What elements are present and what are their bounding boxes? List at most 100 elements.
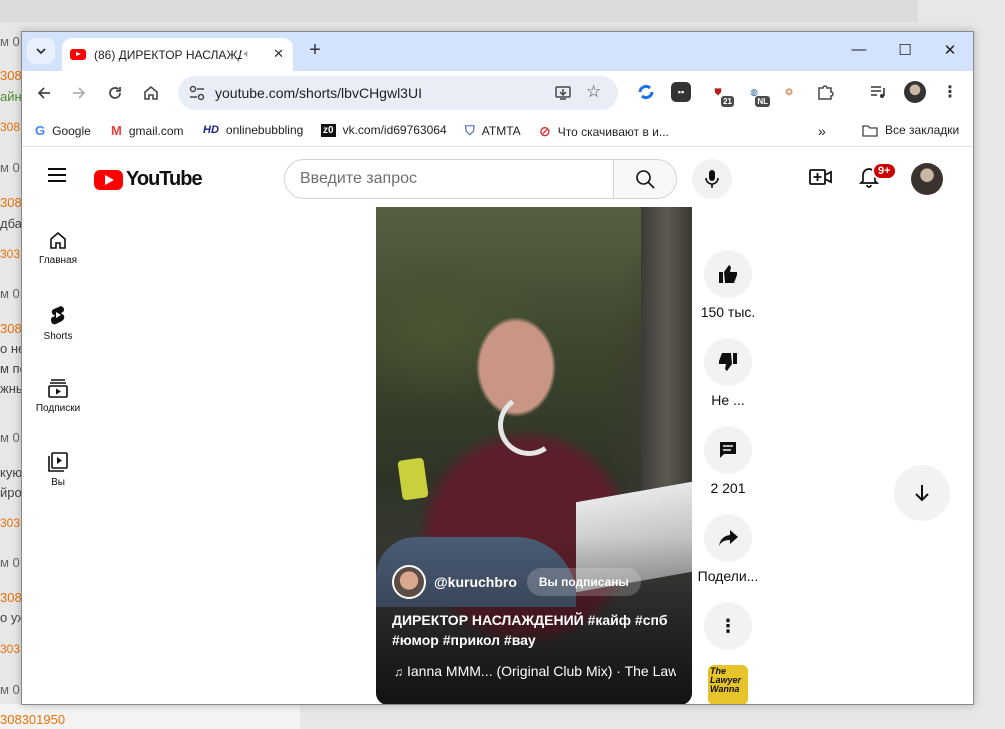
address-bar[interactable]: youtube.com/shorts/lbvCHgwl3UI ☆ (178, 76, 618, 110)
site-settings-icon[interactable] (188, 84, 206, 102)
sound-thumb-text: The Lawyer Wanna (710, 666, 742, 694)
extension-5-icon[interactable]: ❂ (779, 82, 799, 102)
z0-icon: z0 (321, 123, 336, 137)
extension-2-icon[interactable]: ▪▪ (671, 82, 691, 102)
browser-toolbar: youtube.com/shorts/lbvCHgwl3UI ☆ ▪▪ ⛊ 21 … (22, 71, 973, 115)
background-fragment: 308 (0, 68, 22, 83)
url-text[interactable]: youtube.com/shorts/lbvCHgwl3UI (215, 85, 422, 101)
hamburger-menu-icon[interactable] (48, 168, 66, 186)
back-button[interactable] (32, 81, 56, 105)
music-link[interactable]: ♫ Ianna MMM... (Original Club Mix) · The … (394, 663, 676, 679)
background-fragment: дба (0, 216, 22, 231)
more-options-button[interactable]: ⋮ (694, 602, 762, 656)
like-button[interactable]: 150 тыс. (694, 250, 762, 320)
no-sign-icon: ⊘ (539, 123, 551, 139)
media-controls-icon[interactable] (868, 82, 888, 102)
tab-close-button[interactable]: ✕ (273, 46, 284, 62)
background-fragment: жны (0, 381, 22, 396)
bookmark-downloads[interactable]: ⊘ Что скачивают в и... (539, 123, 669, 140)
microphone-icon (705, 170, 719, 188)
bookmark-gmail[interactable]: M gmail.com (111, 123, 184, 138)
new-tab-button[interactable]: + (304, 39, 326, 62)
create-button[interactable] (808, 164, 834, 190)
extension-4-icon[interactable]: ◍ NL (744, 82, 770, 107)
shorts-icon (51, 306, 65, 325)
background-fragment: 308 (0, 590, 22, 605)
more-vertical-icon: ⋮ (719, 615, 737, 636)
install-app-icon[interactable] (554, 84, 572, 102)
bookmark-google[interactable]: G Google (35, 123, 91, 138)
sound-thumbnail[interactable]: The Lawyer Wanna (708, 665, 748, 704)
all-bookmarks-folder[interactable]: Все закладки (862, 123, 959, 137)
background-bottom: 308301950 (0, 704, 300, 729)
background-fragment: 303 (0, 516, 21, 530)
short-video-player[interactable]: @kuruchbro Вы подписаны ДИРЕКТОР НАСЛАЖД… (376, 207, 692, 704)
youtube-logo-text: YouTube (126, 168, 203, 190)
share-button[interactable]: Подели... (694, 514, 762, 584)
youtube-favicon-icon (70, 49, 86, 60)
search-placeholder: Введите запрос (300, 170, 417, 187)
guide-item-shorts[interactable]: Shorts (22, 304, 94, 342)
extension-3-icon[interactable]: ⛊ 21 (708, 82, 734, 107)
background-fragment: 308 (0, 120, 21, 134)
home-icon (144, 85, 158, 100)
guide-item-home[interactable]: Главная (22, 230, 94, 266)
you-icon (48, 452, 68, 472)
reload-button[interactable] (103, 81, 127, 105)
extensions-puzzle-icon[interactable] (815, 82, 835, 102)
dislike-button[interactable]: Не ... (694, 338, 762, 408)
arrow-left-icon (37, 87, 50, 99)
short-title[interactable]: ДИРЕКТОР НАСЛАЖДЕНИЙ #кайф #спб #юмор #п… (392, 610, 672, 650)
active-tab[interactable]: (86) ДИРЕКТОР НАСЛАЖДЕНИЙ #кайф #спб 🔈︎ … (62, 38, 293, 71)
youtube-play-icon (94, 169, 123, 190)
bookmark-vk[interactable]: z0 vk.com/id69763064 (321, 123, 447, 137)
profile-avatar[interactable] (904, 81, 926, 103)
voice-search-button[interactable] (692, 159, 732, 199)
account-avatar[interactable] (911, 163, 943, 195)
minimize-button[interactable]: — (849, 41, 869, 58)
subscriptions-icon (48, 379, 68, 398)
bookmarks-bar: G Google M gmail.com HD onlinebubbling z… (22, 115, 973, 147)
background-fragment: о не (0, 341, 22, 356)
subscribed-button[interactable]: Вы подписаны (526, 568, 641, 596)
gmail-icon: M (111, 123, 122, 138)
search-button[interactable] (613, 159, 677, 199)
background-fragment: 303 (0, 642, 21, 656)
forward-button[interactable] (67, 81, 91, 105)
notification-badge: 9+ (872, 162, 897, 180)
guide-item-you[interactable]: Вы (22, 452, 94, 488)
guide-item-subscriptions[interactable]: Подписки (22, 378, 94, 414)
background-fragment: о уж (0, 610, 22, 625)
speaker-icon[interactable]: 🔈︎ (244, 48, 251, 61)
thumbs-down-icon (719, 353, 737, 371)
background-fragment: м по (0, 361, 22, 376)
bookmark-atmta[interactable]: ⛉ ATMTA (465, 123, 521, 139)
tab-search-button[interactable] (27, 38, 55, 64)
background-fragment: 308 (0, 321, 22, 336)
home-button[interactable] (139, 81, 163, 105)
channel-name[interactable]: @kuruchbro (434, 574, 517, 590)
music-title: Ianna MMM... (Original Club Mix) · The L… (407, 663, 676, 679)
music-note-icon: ♫ (394, 665, 403, 679)
home-icon (50, 231, 66, 249)
background-fragment: м 0 (0, 555, 20, 570)
google-icon: G (35, 123, 46, 138)
channel-avatar[interactable] (392, 565, 426, 599)
browser-window: (86) ДИРЕКТОР НАСЛАЖДЕНИЙ #кайф #спб 🔈︎ … (21, 31, 974, 705)
bookmark-onlinebubbling[interactable]: HD onlinebubbling (203, 123, 303, 137)
background-fragment: м 0 (0, 682, 20, 697)
hd-icon: HD (203, 124, 219, 136)
like-count: 150 тыс. (700, 304, 756, 320)
youtube-logo[interactable]: YouTube (94, 168, 203, 191)
browser-menu-icon[interactable]: ⋮ (940, 82, 960, 102)
extension-1-icon[interactable] (636, 82, 656, 102)
search-input[interactable]: Введите запрос (284, 159, 614, 199)
background-fragment: м 0 (0, 34, 20, 49)
bookmark-star-icon[interactable]: ☆ (586, 82, 601, 102)
comment-icon (720, 442, 736, 458)
bookmarks-overflow-button[interactable]: » (818, 123, 826, 139)
maximize-button[interactable]: ☐ (895, 41, 915, 59)
comments-button[interactable]: 2 201 (694, 426, 762, 496)
next-short-button[interactable] (894, 465, 950, 521)
close-window-button[interactable]: ✕ (940, 41, 960, 59)
